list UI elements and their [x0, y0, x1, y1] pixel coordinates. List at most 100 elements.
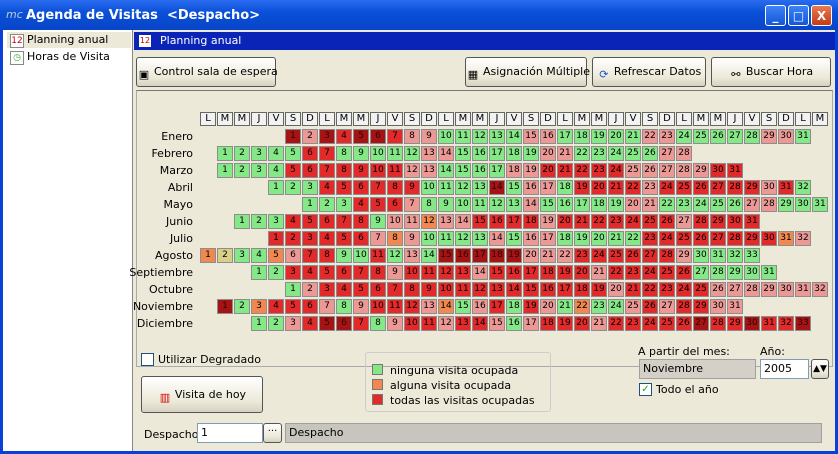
day-cell[interactable]: 10 [370, 299, 386, 314]
day-cell[interactable]: 6 [353, 180, 369, 195]
day-cell[interactable]: 30 [744, 265, 760, 280]
day-cell[interactable]: 3 [302, 180, 318, 195]
day-cell[interactable]: 14 [523, 197, 539, 212]
day-cell[interactable]: 30 [693, 248, 709, 263]
day-cell[interactable]: 25 [625, 299, 641, 314]
day-cell[interactable]: 3 [302, 231, 318, 246]
day-cell[interactable]: 3 [319, 282, 335, 297]
day-cell[interactable]: 30 [710, 163, 726, 178]
day-cell[interactable]: 27 [727, 282, 743, 297]
day-cell[interactable]: 19 [591, 282, 607, 297]
day-cell[interactable]: 18 [523, 214, 539, 229]
day-cell[interactable]: 12 [404, 163, 420, 178]
day-cell[interactable]: 25 [608, 248, 624, 263]
day-cell[interactable]: 13 [404, 248, 420, 263]
day-cell[interactable]: 1 [217, 146, 233, 161]
day-cell[interactable]: 31 [795, 129, 811, 144]
day-cell[interactable]: 1 [217, 299, 233, 314]
day-cell[interactable]: 22 [608, 316, 624, 331]
day-cell[interactable]: 23 [591, 299, 607, 314]
day-cell[interactable]: 26 [710, 282, 726, 297]
day-cell[interactable]: 16 [540, 282, 556, 297]
day-cell[interactable]: 32 [795, 231, 811, 246]
day-cell[interactable]: 33 [744, 248, 760, 263]
day-cell[interactable]: 9 [421, 129, 437, 144]
nav-item-horas[interactable]: ◷ Horas de Visita [7, 49, 131, 65]
day-cell[interactable]: 5 [319, 265, 335, 280]
day-cell[interactable]: 4 [336, 282, 352, 297]
day-cell[interactable]: 20 [540, 146, 556, 161]
day-cell[interactable]: 24 [676, 282, 692, 297]
day-cell[interactable]: 30 [778, 129, 794, 144]
day-cell[interactable]: 32 [795, 180, 811, 195]
day-cell[interactable]: 20 [591, 231, 607, 246]
day-cell[interactable]: 2 [268, 265, 284, 280]
day-cell[interactable]: 27 [676, 214, 692, 229]
day-cell[interactable]: 33 [795, 316, 811, 331]
day-cell[interactable]: 28 [727, 180, 743, 195]
day-cell[interactable]: 6 [387, 197, 403, 212]
day-cell[interactable]: 20 [574, 316, 590, 331]
day-cell[interactable]: 16 [472, 163, 488, 178]
day-cell[interactable]: 26 [642, 163, 658, 178]
day-cell[interactable]: 20 [540, 299, 556, 314]
day-cell[interactable]: 29 [761, 282, 777, 297]
day-cell[interactable]: 23 [608, 214, 624, 229]
day-cell[interactable]: 23 [591, 146, 607, 161]
anio-spinner[interactable]: ▲▼ [811, 359, 829, 379]
day-cell[interactable]: 7 [319, 299, 335, 314]
day-cell[interactable]: 5 [268, 248, 284, 263]
day-cell[interactable]: 14 [506, 129, 522, 144]
day-cell[interactable]: 9 [387, 316, 403, 331]
day-cell[interactable]: 27 [659, 299, 675, 314]
day-cell[interactable]: 21 [540, 248, 556, 263]
day-cell[interactable]: 22 [642, 129, 658, 144]
day-cell[interactable]: 15 [506, 231, 522, 246]
day-cell[interactable]: 7 [370, 180, 386, 195]
day-cell[interactable]: 9 [421, 282, 437, 297]
day-cell[interactable]: 26 [642, 146, 658, 161]
day-cell[interactable]: 30 [727, 214, 743, 229]
day-cell[interactable]: 7 [370, 231, 386, 246]
day-cell[interactable]: 21 [625, 282, 641, 297]
day-cell[interactable]: 5 [285, 163, 301, 178]
refrescar-datos-button[interactable]: ⟳ Refrescar Datos [592, 57, 706, 87]
day-cell[interactable]: 22 [625, 231, 641, 246]
day-cell[interactable]: 19 [523, 299, 539, 314]
day-cell[interactable]: 28 [744, 282, 760, 297]
despacho-field[interactable]: 1 [197, 423, 263, 443]
day-cell[interactable]: 2 [217, 248, 233, 263]
day-cell[interactable]: 6 [302, 146, 318, 161]
day-cell[interactable]: 13 [455, 316, 471, 331]
day-cell[interactable]: 24 [608, 146, 624, 161]
day-cell[interactable]: 1 [285, 282, 301, 297]
day-cell[interactable]: 15 [455, 163, 471, 178]
day-cell[interactable]: 5 [336, 180, 352, 195]
day-cell[interactable]: 18 [540, 316, 556, 331]
day-cell[interactable]: 21 [608, 231, 624, 246]
day-cell[interactable]: 13 [489, 129, 505, 144]
day-cell[interactable]: 7 [404, 197, 420, 212]
day-cell[interactable]: 10 [404, 316, 420, 331]
day-cell[interactable]: 32 [812, 282, 828, 297]
day-cell[interactable]: 15 [438, 248, 454, 263]
day-cell[interactable]: 16 [557, 197, 573, 212]
day-cell[interactable]: 28 [710, 316, 726, 331]
despacho-browse-button[interactable]: ··· [263, 423, 282, 443]
day-cell[interactable]: 24 [591, 248, 607, 263]
day-cell[interactable]: 20 [608, 282, 624, 297]
day-cell[interactable]: 2 [285, 231, 301, 246]
day-cell[interactable]: 31 [727, 163, 743, 178]
day-cell[interactable]: 5 [285, 146, 301, 161]
day-cell[interactable]: 5 [319, 316, 335, 331]
day-cell[interactable]: 6 [336, 316, 352, 331]
day-cell[interactable]: 21 [557, 163, 573, 178]
day-cell[interactable]: 12 [404, 299, 420, 314]
day-cell[interactable]: 29 [744, 180, 760, 195]
day-cell[interactable]: 17 [540, 231, 556, 246]
day-cell[interactable]: 13 [421, 146, 437, 161]
day-cell[interactable]: 23 [625, 265, 641, 280]
day-cell[interactable]: 8 [421, 197, 437, 212]
todo-anio-checkbox[interactable]: ✓ [639, 383, 652, 396]
day-cell[interactable]: 31 [761, 265, 777, 280]
